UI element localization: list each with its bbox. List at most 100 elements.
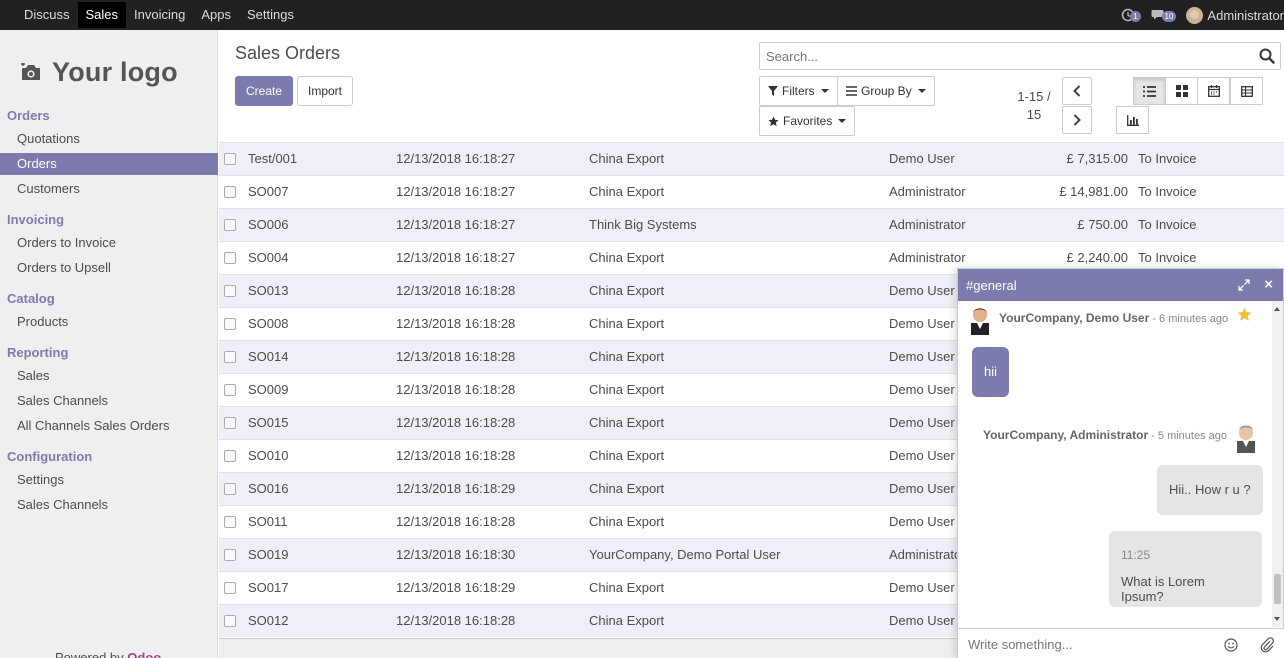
chat-message-author: YourCompany, Demo User - 6 minutes ago <box>999 311 1229 325</box>
sidebar-item-orders-to-invoice[interactable]: Orders to Invoice <box>0 232 218 254</box>
calendar-view-button[interactable] <box>1197 77 1230 105</box>
sidebar-item-customers[interactable]: Customers <box>0 178 218 200</box>
sidebar-item-sales[interactable]: Sales <box>0 365 218 387</box>
user-menu[interactable]: Administrator <box>1186 6 1284 24</box>
order-date: 12/13/2018 16:18:27 <box>396 151 516 166</box>
favorites-button[interactable]: Favorites <box>759 106 856 136</box>
chat-header[interactable]: #general × <box>958 269 1283 301</box>
row-select-checkbox[interactable] <box>224 384 236 396</box>
order-date: 12/13/2018 16:18:27 <box>396 217 516 232</box>
sidebar-item-orders-to-upsell[interactable]: Orders to Upsell <box>0 257 218 279</box>
import-button[interactable]: Import <box>297 76 353 106</box>
sidebar-item-products[interactable]: Products <box>0 311 218 333</box>
order-salesperson: Demo User <box>889 613 955 628</box>
order-number: SO017 <box>248 580 289 595</box>
order-number: SO004 <box>248 250 289 265</box>
chat-scrollbar[interactable] <box>1272 301 1283 627</box>
pager-value[interactable]: 1-15 / 15 <box>1010 88 1058 124</box>
smiley-icon[interactable] <box>1224 638 1238 652</box>
sidebar-item-config-sales-channels[interactable]: Sales Channels <box>0 494 218 516</box>
expand-icon[interactable] <box>1238 279 1250 291</box>
group-by-button[interactable]: Group By <box>837 76 935 106</box>
favorites-label: Favorites <box>783 114 833 128</box>
row-select-checkbox[interactable] <box>224 252 236 264</box>
create-button[interactable]: Create <box>235 76 293 106</box>
powered-brand-link[interactable]: Odoo <box>127 650 161 658</box>
star-icon[interactable] <box>1237 307 1252 322</box>
scroll-down-icon[interactable] <box>1274 617 1280 621</box>
filters-button[interactable]: Filters <box>759 76 838 106</box>
menu-settings[interactable]: Settings <box>239 0 302 30</box>
bars-icon <box>846 86 857 96</box>
table-row[interactable]: SO007 12/13/2018 16:18:27 China Export Admi… <box>219 175 1284 208</box>
top-navbar: Discuss Sales Invoicing Apps Settings 1 … <box>0 0 1284 30</box>
sidebar-item-all-channels-sales-orders[interactable]: All Channels Sales Orders <box>0 415 218 437</box>
row-select-checkbox[interactable] <box>224 615 236 627</box>
filters-label: Filters <box>782 84 815 98</box>
sidebar-section-catalog[interactable]: Catalog <box>7 291 55 306</box>
table-icon <box>1240 85 1253 97</box>
pivot-view-button[interactable] <box>1230 77 1263 105</box>
list-view-button[interactable] <box>1133 77 1166 105</box>
messages-button[interactable]: 10 <box>1151 8 1177 22</box>
menu-invoicing[interactable]: Invoicing <box>126 0 193 30</box>
chevron-left-icon <box>1073 85 1081 97</box>
sidebar-item-sales-channels[interactable]: Sales Channels <box>0 390 218 412</box>
sidebar-item-quotations[interactable]: Quotations <box>0 128 218 150</box>
row-select-checkbox[interactable] <box>224 318 236 330</box>
sidebar-item-settings[interactable]: Settings <box>0 469 218 491</box>
menu-discuss[interactable]: Discuss <box>0 0 78 30</box>
pager-previous-button[interactable] <box>1062 77 1092 105</box>
scroll-up-icon[interactable] <box>1274 307 1280 311</box>
grid-icon <box>1175 85 1188 97</box>
order-customer: China Export <box>589 613 665 628</box>
row-select-checkbox[interactable] <box>224 285 236 297</box>
row-select-checkbox[interactable] <box>224 516 236 528</box>
sidebar-item-orders[interactable]: Orders <box>0 153 218 175</box>
sidebar-section-orders[interactable]: Orders <box>7 108 50 123</box>
row-select-checkbox[interactable] <box>224 219 236 231</box>
chat-scrollbar-thumb[interactable] <box>1274 574 1281 604</box>
table-row[interactable]: SO006 12/13/2018 16:18:27 Think Big System… <box>219 208 1284 241</box>
sidebar-section-reporting[interactable]: Reporting <box>7 345 68 360</box>
sidebar-section-configuration[interactable]: Configuration <box>7 449 92 464</box>
order-invoice-status: To Invoice <box>1138 184 1197 199</box>
row-select-checkbox[interactable] <box>224 549 236 561</box>
order-number: SO016 <box>248 481 289 496</box>
caret-down-icon <box>820 89 829 93</box>
powered-prefix: Powered by <box>55 650 128 658</box>
table-row[interactable]: Test/001 12/13/2018 16:18:27 China Export D… <box>219 142 1284 175</box>
graph-view-button[interactable] <box>1116 106 1149 134</box>
row-select-checkbox[interactable] <box>224 450 236 462</box>
activity-count-badge: 1 <box>1130 10 1141 22</box>
order-total: £ 750.00 <box>1077 217 1128 232</box>
row-select-checkbox[interactable] <box>224 582 236 594</box>
close-icon[interactable]: × <box>1264 276 1273 293</box>
row-select-checkbox[interactable] <box>224 351 236 363</box>
menu-sales[interactable]: Sales <box>77 2 127 28</box>
row-select-checkbox[interactable] <box>224 153 236 165</box>
kanban-view-button[interactable] <box>1165 77 1198 105</box>
chat-message-input[interactable] <box>958 629 1208 658</box>
paperclip-icon[interactable] <box>1260 637 1274 653</box>
order-salesperson: Administrator <box>889 184 966 199</box>
menu-apps[interactable]: Apps <box>193 0 239 30</box>
search-input[interactable] <box>760 43 1240 69</box>
user-name: Administrator <box>1207 7 1284 23</box>
row-select-checkbox[interactable] <box>224 186 236 198</box>
order-date: 12/13/2018 16:18:29 <box>396 580 516 595</box>
row-select-checkbox[interactable] <box>224 483 236 495</box>
order-number: SO011 <box>248 514 288 529</box>
order-customer: China Export <box>589 448 665 463</box>
sidebar-section-invoicing[interactable]: Invoicing <box>7 212 64 227</box>
pager-next-button[interactable] <box>1062 106 1092 134</box>
calendar-icon <box>1207 85 1220 97</box>
company-logo[interactable]: Your logo <box>20 52 198 92</box>
row-select-checkbox[interactable] <box>224 417 236 429</box>
order-customer: China Export <box>589 184 665 199</box>
chat-message-bubble: Hii.. How r u ? <box>1157 465 1263 515</box>
search-icon[interactable] <box>1259 48 1275 64</box>
chat-message-timestamp: 11:25 <box>1121 548 1151 562</box>
sidebar: Your logo Orders Quotations Orders Custo… <box>0 30 218 658</box>
activity-button[interactable]: 1 <box>1121 8 1141 22</box>
